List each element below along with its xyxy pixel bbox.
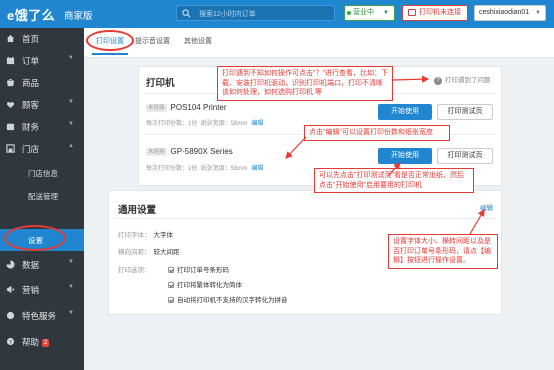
annotation-arrows bbox=[285, 75, 485, 235]
arrow-to-edit bbox=[285, 136, 307, 159]
arrow-to-general-edit bbox=[469, 208, 485, 235]
arrow-to-help bbox=[392, 75, 430, 83]
arrow-to-test bbox=[387, 162, 401, 177]
